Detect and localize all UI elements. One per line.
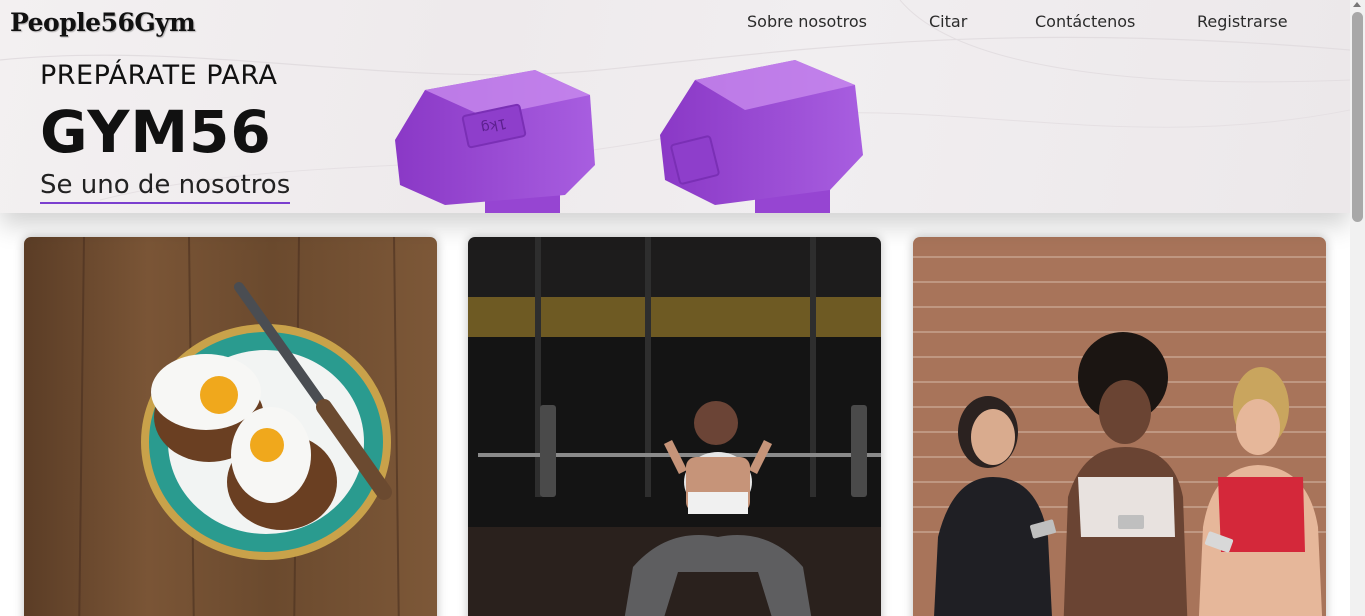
nav-link-registrarse[interactable]: Registrarse	[1197, 12, 1288, 31]
nav-link-sobre-nosotros[interactable]: Sobre nosotros	[747, 12, 867, 31]
dumbbells-image: 1kg	[395, 60, 863, 213]
hero-title: GYM56	[40, 98, 272, 166]
card-breakfast[interactable]	[24, 237, 437, 616]
scroll-up-arrow-icon[interactable]	[1353, 2, 1361, 7]
women-phones-photo	[913, 237, 1326, 616]
page-scrollbar[interactable]	[1350, 0, 1365, 616]
hero-banner: People56Gym Sobre nosotros Citar Contáct…	[0, 0, 1350, 213]
hero-kicker: PREPÁRATE PARA	[40, 60, 278, 91]
feature-cards	[0, 213, 1350, 616]
scrollbar-thumb[interactable]	[1352, 12, 1363, 222]
main-nav: Sobre nosotros Citar Contáctenos Registr…	[0, 12, 1350, 34]
nav-link-contactenos[interactable]: Contáctenos	[1035, 12, 1135, 31]
card-community[interactable]	[913, 237, 1326, 616]
card-training[interactable]	[468, 237, 881, 616]
breakfast-photo	[24, 237, 437, 616]
join-us-link[interactable]: Se uno de nosotros	[40, 169, 291, 204]
barbell-squat-photo	[468, 237, 881, 616]
nav-link-citar[interactable]: Citar	[929, 12, 967, 31]
